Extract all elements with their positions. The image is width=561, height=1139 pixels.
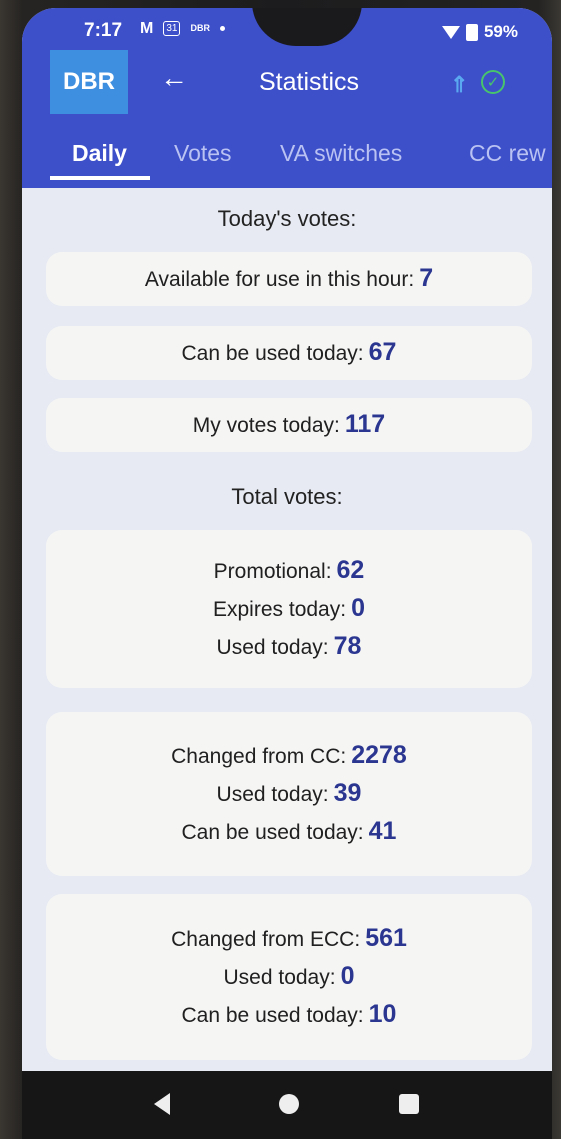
status-bar: 7:17 M 31 DBR 59%	[22, 8, 552, 50]
ecc-can-use-label: Can be used today:	[181, 1004, 364, 1027]
changed-cc-line: Changed from CC: 2278	[171, 737, 407, 775]
available-hour-label: Available for use in this hour:	[144, 268, 415, 291]
nav-back-icon[interactable]	[154, 1093, 170, 1115]
cc-card: Changed from CC: 2278 Used today: 39 Can b…	[46, 712, 532, 876]
can-use-today-value: 67	[368, 338, 397, 366]
my-votes-card: My votes today: 117	[46, 398, 532, 452]
app-logo[interactable]: DBR	[50, 50, 128, 114]
tab-daily[interactable]: Daily	[72, 140, 127, 167]
my-votes-value: 117	[344, 410, 386, 438]
status-notification-icons: M 31 DBR	[138, 20, 225, 37]
cc-used-today-line: Used today: 39	[217, 775, 362, 813]
gmail-icon: M	[140, 20, 154, 37]
more-notifications-dot-icon	[219, 26, 225, 31]
my-votes-label: My votes today:	[192, 414, 340, 437]
nav-home-icon[interactable]	[279, 1094, 299, 1114]
wifi-icon	[441, 25, 460, 39]
can-use-today-card: Can be used today: 67	[46, 326, 532, 380]
ecc-card: Changed from ECC: 561 Used today: 0 Can be…	[46, 894, 532, 1060]
phone-screen: 7:17 M 31 DBR 59% DBR ← Statistics ⇑ ✓ D…	[22, 8, 552, 1139]
changed-ecc-line: Changed from ECC: 561	[171, 920, 407, 958]
tab-va-switches[interactable]: VA switches	[280, 140, 402, 167]
available-hour-line: Available for use in this hour: 7	[145, 260, 433, 298]
ecc-used-today-value: 0	[340, 962, 355, 990]
promotional-card: Promotional: 62 Expires today: 0 Used toda…	[46, 530, 532, 688]
total-votes-heading: Total votes:	[231, 484, 343, 509]
system-nav-bar	[22, 1071, 552, 1139]
expires-today-line: Expires today: 0	[213, 590, 365, 628]
nav-recents-icon[interactable]	[399, 1094, 419, 1114]
page-title: Statistics	[259, 68, 360, 96]
changed-ecc-label: Changed from ECC:	[171, 928, 361, 951]
cc-can-use-value: 41	[368, 817, 397, 845]
camera-notch	[252, 8, 362, 46]
promotional-value: 62	[336, 556, 365, 584]
check-circle-icon[interactable]: ✓	[481, 70, 505, 94]
promotional-label: Promotional:	[213, 560, 332, 583]
cc-used-today-label: Used today:	[216, 783, 329, 806]
tab-votes[interactable]: Votes	[174, 140, 232, 167]
status-system-icons: 59%	[441, 22, 518, 42]
calendar-icon: 31	[163, 21, 181, 36]
changed-ecc-value: 561	[365, 924, 407, 952]
can-use-today-line: Can be used today: 67	[182, 334, 397, 372]
promo-used-today-value: 78	[333, 632, 362, 660]
todays-votes-heading: Today's votes:	[217, 206, 357, 231]
back-arrow-icon[interactable]: ←	[160, 62, 188, 94]
cc-used-today-value: 39	[333, 779, 362, 807]
sync-icon[interactable]: ⇑	[450, 72, 468, 98]
available-hour-value: 7	[419, 264, 434, 292]
top-bar: 7:17 M 31 DBR 59% DBR ← Statistics ⇑ ✓ D…	[22, 8, 552, 188]
status-time: 7:17	[84, 20, 123, 41]
cc-can-use-label: Can be used today:	[181, 821, 364, 844]
available-hour-card: Available for use in this hour: 7	[46, 252, 532, 306]
promo-used-today-line: Used today: 78	[217, 628, 362, 666]
battery-percent: 59%	[483, 22, 518, 41]
app-bar: DBR ← Statistics ⇑ ✓	[22, 50, 552, 116]
expires-today-label: Expires today:	[213, 598, 347, 621]
tab-cc-rewards[interactable]: CC rew	[469, 140, 546, 167]
ecc-used-today-line: Used today: 0	[224, 958, 355, 996]
can-use-today-label: Can be used today:	[181, 342, 364, 365]
ecc-can-use-value: 10	[368, 1000, 397, 1028]
ecc-can-use-line: Can be used today: 10	[182, 996, 397, 1034]
expires-today-value: 0	[351, 594, 365, 622]
tab-indicator	[50, 176, 150, 180]
ecc-used-today-label: Used today:	[223, 966, 336, 989]
promotional-line: Promotional: 62	[214, 552, 365, 590]
changed-cc-value: 2278	[351, 741, 407, 769]
dbr-notification-icon: DBR	[190, 23, 210, 33]
my-votes-line: My votes today: 117	[193, 406, 385, 444]
changed-cc-label: Changed from CC:	[171, 745, 347, 768]
cc-can-use-line: Can be used today: 41	[182, 813, 397, 851]
promo-used-today-label: Used today:	[216, 636, 329, 659]
battery-icon	[465, 23, 478, 41]
